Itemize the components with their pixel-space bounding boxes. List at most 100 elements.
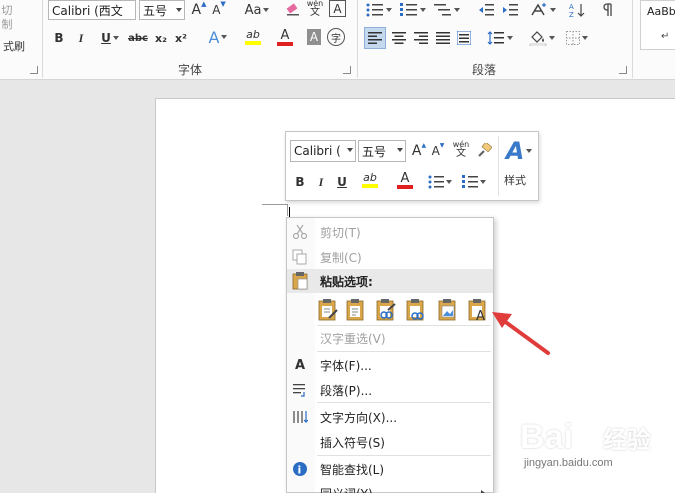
mini-grow-arrow-icon: ▲ [421,141,427,149]
align-center-button[interactable] [389,28,409,48]
mini-styles-label: 样式 [504,174,526,187]
scissors-icon [290,222,310,242]
format-painter-button[interactable]: 式刷 [0,36,28,56]
mini-highlight-button[interactable]: ab [355,170,385,190]
mini-font-color-label: A [400,170,410,186]
bullets-button[interactable] [364,0,394,20]
grow-font-label: A [191,2,202,18]
clipboard-launcher-icon[interactable] [30,66,38,74]
mini-format-painter-button[interactable] [475,141,493,161]
change-case-button[interactable]: Aa [240,0,274,20]
menu-item-insert-symbol[interactable]: 插入符号(S) [287,430,493,454]
clear-format-button[interactable] [284,0,302,20]
mini-shrink-font-button[interactable]: A ▼ [430,141,446,161]
picture-paste-icon[interactable] [437,298,459,322]
bold-label: B [54,31,64,45]
distributed-button[interactable] [454,28,474,48]
strikethrough-label: abc [128,32,148,44]
phonetic-bottom: 文 [310,7,320,18]
char-shading-button[interactable]: A [307,29,321,45]
paragraph-group-label: 段落 [472,63,497,77]
superscript-label: x² [175,31,187,45]
menu-label-text-direction: 文字方向(X)... [320,410,398,425]
paragraph-launcher-icon[interactable] [619,66,627,74]
menu-item-font[interactable]: A 字体(F)... [287,353,493,377]
menu-item-paragraph[interactable]: 段落(P)... [287,378,493,402]
copy-label: 制 [1,18,13,31]
line-spacing-button[interactable] [484,28,516,48]
mini-phonetic-button[interactable]: wén 文 [452,139,470,159]
shading-button[interactable] [526,28,558,48]
mini-font-name-combo[interactable]: Calibri ( [290,140,356,162]
menu-label-copy: 复制(C) [320,250,362,265]
grow-font-button[interactable]: A ▲ [190,0,208,20]
menu-label-cut: 剪切(T) [320,225,361,240]
subscript-button[interactable]: x₂ [152,28,170,48]
menu-label-paste-options: 粘贴选项: [320,274,373,289]
align-right-button[interactable] [411,28,431,48]
mini-italic-button[interactable]: I [313,172,329,192]
borders-button[interactable] [562,28,592,48]
menu-item-text-direction[interactable]: 文字方向(X)... [287,405,493,429]
use-destination-styles-icon[interactable] [375,298,397,322]
highlight-label: ab [246,28,260,41]
styles-icon: A [505,137,525,165]
menu-item-reconvert[interactable]: 汉字重选(V) [287,326,493,350]
mini-bold-button[interactable]: B [292,172,308,192]
mini-styles-button[interactable]: A [502,136,536,166]
align-left-button[interactable] [364,27,386,49]
asian-layout-button[interactable] [528,0,558,20]
decrease-indent-button[interactable] [476,0,496,20]
styles-gallery[interactable]: AaBb ↵ [640,0,675,50]
keep-source-formatting-icon[interactable] [317,298,339,322]
change-case-label: Aa [244,2,262,18]
increase-indent-button[interactable] [500,0,520,20]
font-size-combo[interactable]: 五号 [139,0,185,20]
copy-button[interactable]: 制 [0,14,14,34]
font-color-label: A [280,27,290,43]
grow-arrow-icon: ▲ [201,0,207,8]
mini-numbering-button[interactable] [459,172,489,192]
mini-bullets-icon [428,175,444,189]
multilevel-list-button[interactable] [432,0,462,20]
highlight-button[interactable]: ab [238,27,268,47]
margin-mark [262,204,287,205]
phonetic-guide-button[interactable]: wén 文 [306,0,324,18]
underline-button[interactable]: U [95,28,125,48]
menu-item-copy[interactable]: 复制(C) [287,245,493,269]
strikethrough-button[interactable]: abc [128,28,148,48]
mini-bold-label: B [295,175,305,189]
shrink-font-button[interactable]: A ▼ [211,0,227,20]
bold-button[interactable]: B [50,28,68,48]
borders-icon [566,31,580,45]
superscript-button[interactable]: x² [172,28,190,48]
mini-grow-font-button[interactable]: A ▲ [411,141,427,161]
font-name-combo[interactable]: Calibri (西文 [48,0,136,20]
mini-font-size-combo[interactable]: 五号 [358,140,406,162]
sort-button[interactable]: AZ [566,0,588,20]
menu-label-insert-symbol: 插入符号(S) [320,435,385,450]
link-keep-source-icon[interactable] [405,298,427,322]
italic-button[interactable]: I [72,28,90,48]
highlight-swatch [245,41,261,45]
text-effects-button[interactable]: A [203,27,233,47]
enclose-char-button[interactable]: 字 [327,28,345,46]
numbering-button[interactable] [398,0,428,20]
mini-bullets-button[interactable] [425,172,455,192]
mini-underline-label: U [337,175,347,189]
show-marks-button[interactable] [598,0,618,20]
svg-text:Z: Z [569,11,574,18]
char-border-button[interactable]: A [329,0,346,17]
menu-item-smart-lookup[interactable]: i 智能查找(L) [287,457,493,481]
font-launcher-icon[interactable] [343,66,351,74]
baidu-watermark: Bai 经验 jingyan.baidu.com [520,418,651,469]
mini-font-size-value: 五号 [362,144,387,159]
menu-item-cut[interactable]: 剪切(T) [287,220,493,244]
font-color-button[interactable]: A [270,27,300,47]
mini-underline-button[interactable]: U [334,172,350,192]
mini-font-color-button[interactable]: A [390,170,420,190]
merge-formatting-icon[interactable] [345,298,367,322]
increase-indent-icon [503,4,518,16]
justify-button[interactable] [433,28,453,48]
menu-item-synonyms[interactable]: 同义词(Y) [287,481,493,493]
